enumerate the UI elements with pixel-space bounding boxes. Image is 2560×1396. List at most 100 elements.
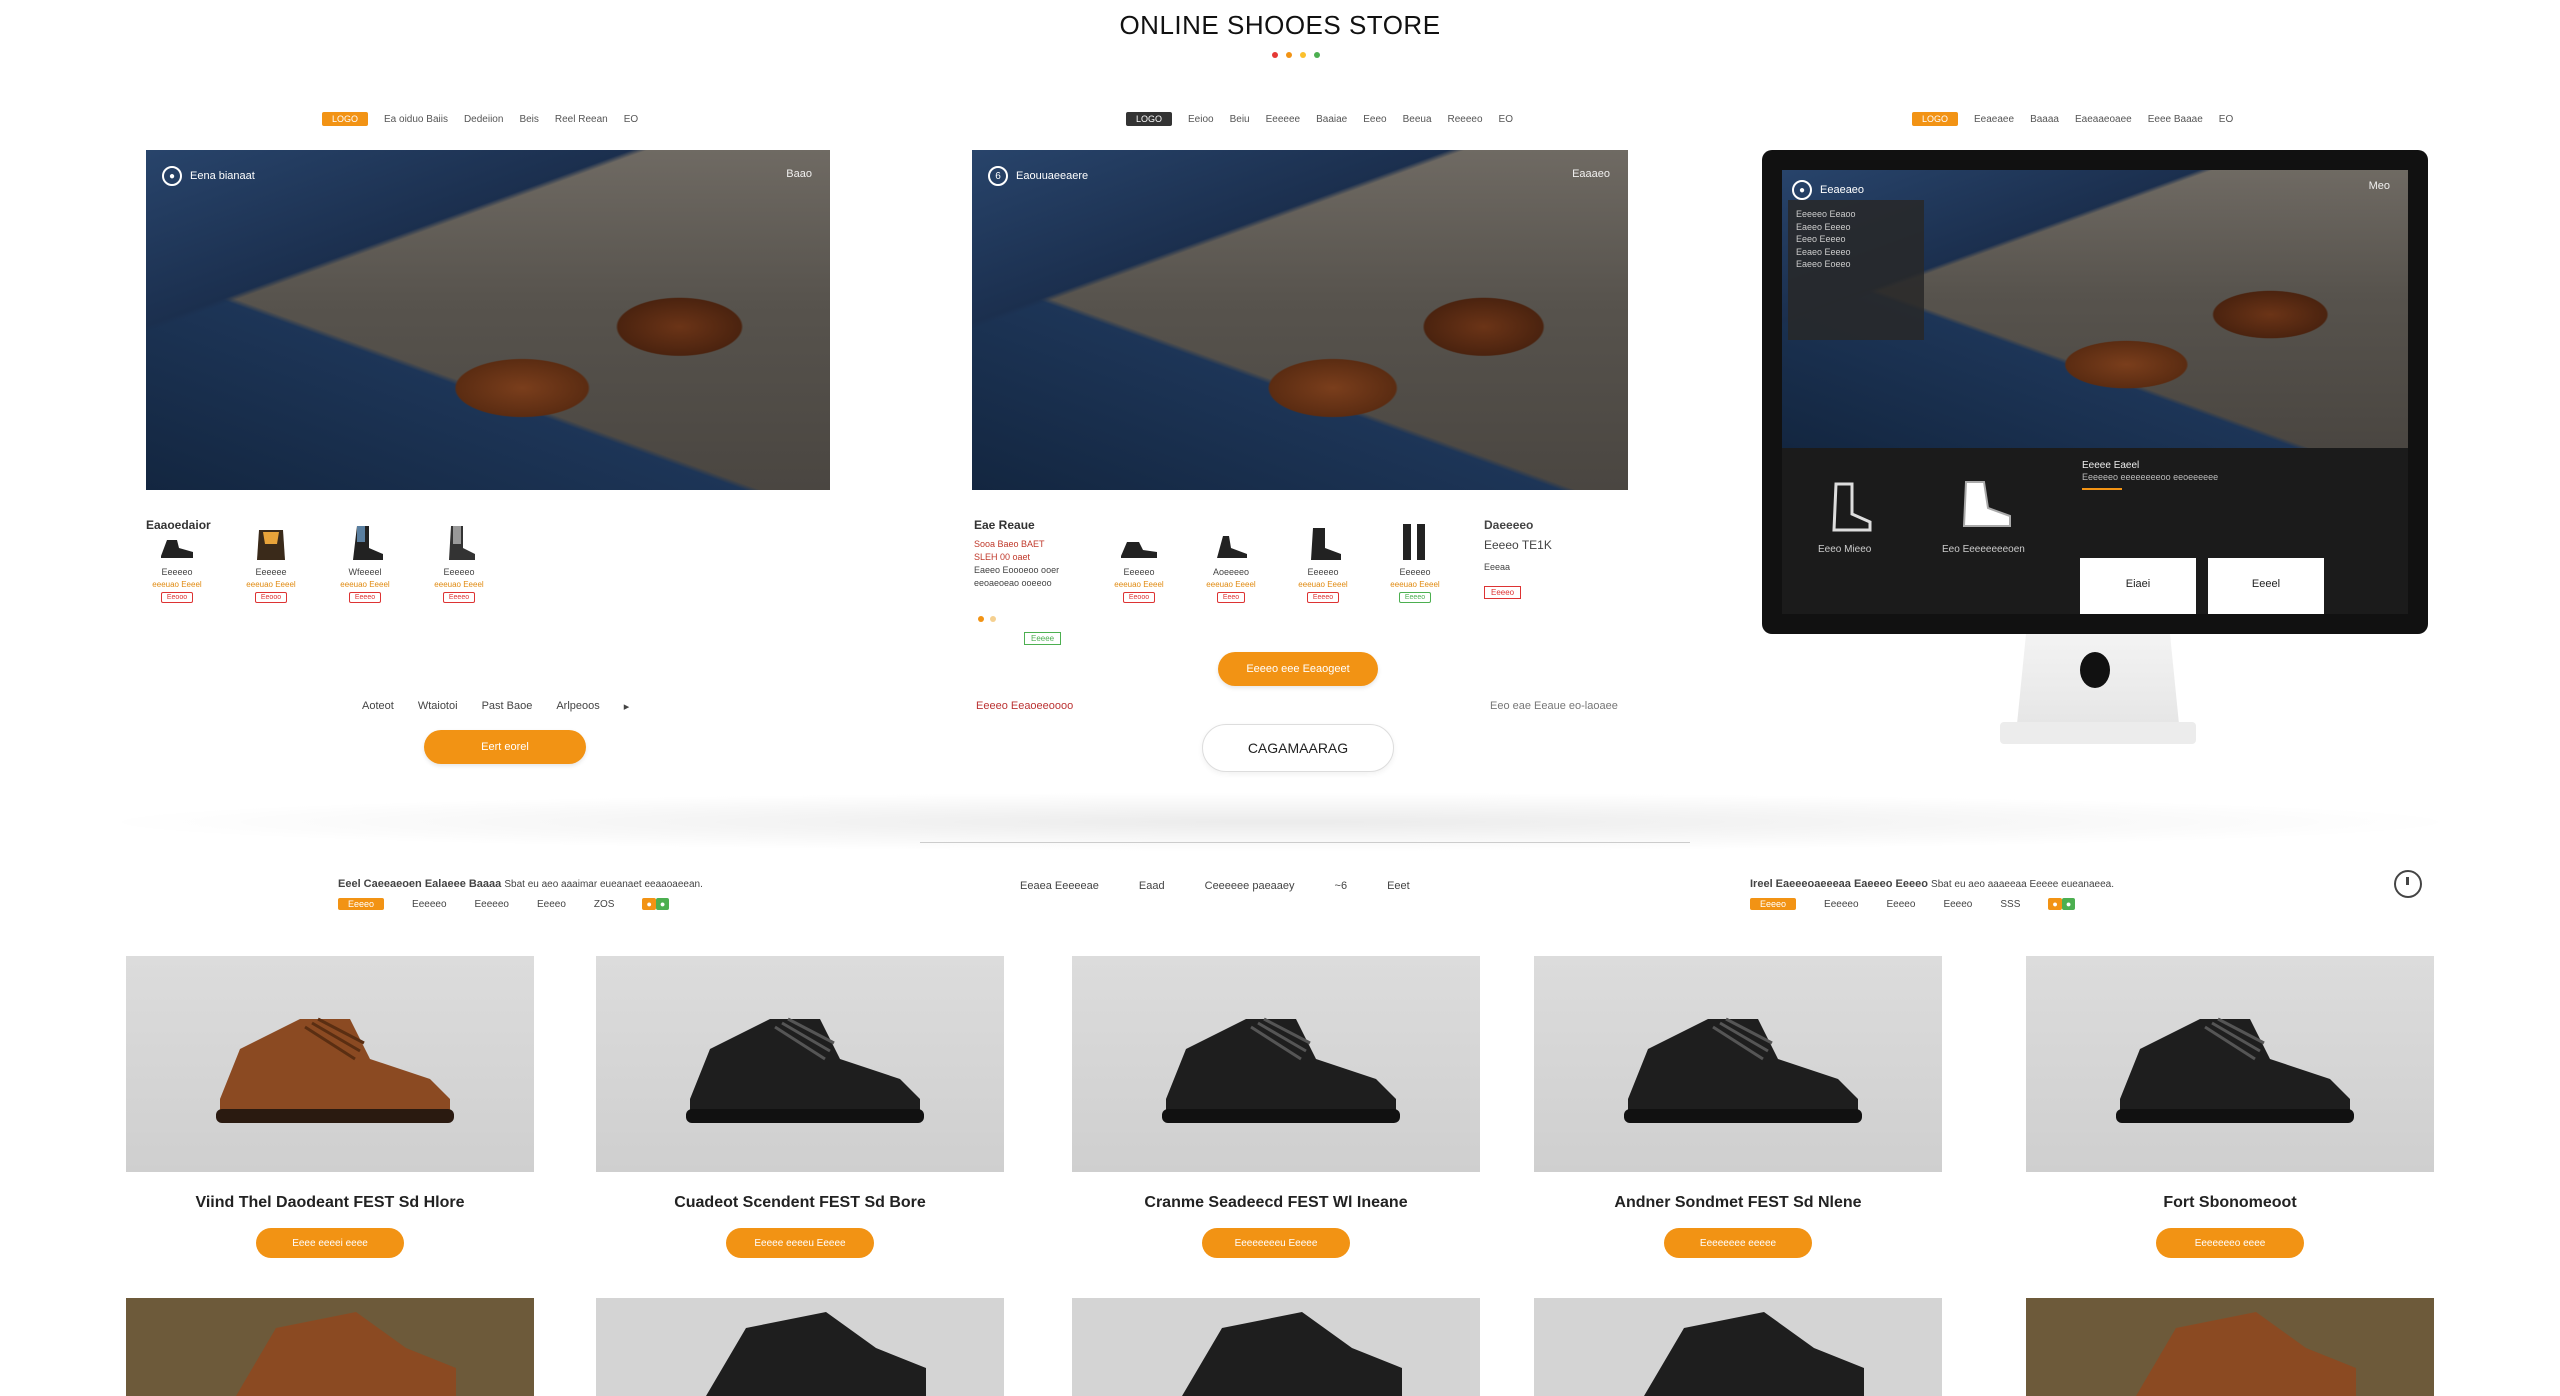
nav-item[interactable]: EO <box>2219 114 2233 125</box>
mini-product[interactable]: Eeeeeo eeeuao Eeeel Eeooo <box>1108 522 1170 603</box>
product-image[interactable] <box>1534 1298 1942 1396</box>
nav-logo[interactable]: LOGO <box>322 112 369 126</box>
filter-item[interactable]: Eeeeeo <box>1824 899 1858 910</box>
filter-chips[interactable]: ● ● <box>2048 897 2076 910</box>
nav-item[interactable]: Beis <box>519 114 538 125</box>
overlay-menu[interactable]: Eeeeeo Eeaoo Eaeeo Eeeeo Eeeo Eeeeo Eeae… <box>1788 200 1924 340</box>
menu-line[interactable]: Eeeo Eeeeo <box>1796 233 1916 246</box>
product-image[interactable] <box>126 1298 534 1396</box>
product-name[interactable]: Viind Thel Daodeant FEST Sd Hlore <box>126 1194 534 1212</box>
filter-item[interactable]: Eeeeo <box>1887 899 1916 910</box>
product-buy-button[interactable]: Eeee eeeei eeee <box>256 1228 404 1258</box>
product-buy-button[interactable]: Eeeeeeeo eeee <box>2156 1228 2304 1258</box>
product-image[interactable] <box>596 1298 1004 1396</box>
filter-pill[interactable]: Eeeeo <box>338 898 385 910</box>
product-image[interactable] <box>2026 956 2434 1172</box>
mini-tag[interactable]: Eeooo <box>160 592 194 603</box>
nav-item[interactable]: Reeeeo <box>1448 114 1483 125</box>
menu-line[interactable]: Eeeeeo Eeaoo <box>1796 208 1916 221</box>
nav-item[interactable]: EO <box>1499 114 1513 125</box>
nav-item[interactable]: Beiu <box>1230 114 1250 125</box>
product-buy-button[interactable]: Eeeeeeeeu Eeeee <box>1202 1228 1350 1258</box>
product-card-partial[interactable] <box>1072 1298 1480 1396</box>
nav-item[interactable]: Beeua <box>1403 114 1432 125</box>
link[interactable]: Arlpeoos <box>556 700 599 713</box>
side-tag[interactable]: Eeeeo <box>1484 586 1522 599</box>
panel2-outline-button[interactable]: CAGAMAARAG <box>1202 724 1394 772</box>
filter-item[interactable]: ZOS <box>594 899 615 910</box>
mini-tag[interactable]: Eeeo <box>1216 592 1246 603</box>
mini-product[interactable]: Eeeeee eeeuao Eeeel Eeooo <box>240 522 302 603</box>
panel2-link-left[interactable]: Eeeeo Eeaoeeoooo <box>976 700 1073 712</box>
filter-chips[interactable]: ● ● <box>642 897 670 910</box>
product-card-partial[interactable] <box>1534 1298 1942 1396</box>
product-card-partial[interactable] <box>2026 1298 2434 1396</box>
menu-line[interactable]: Eaeeo Eoeeo <box>1796 258 1916 271</box>
product-name[interactable]: Andner Sondmet FEST Sd Nlene <box>1534 1194 1942 1212</box>
nav-item[interactable]: Eaeaaeoaee <box>2075 114 2132 125</box>
link[interactable]: Wtaiotoi <box>418 700 458 713</box>
product-buy-button[interactable]: Eeeeeeee eeeee <box>1664 1228 1812 1258</box>
menu-line[interactable]: Eeaeo Eeeeo <box>1796 246 1916 259</box>
product-card[interactable]: Andner Sondmet FEST Sd Nlene Eeeeeeee eee… <box>1534 956 1942 1258</box>
nav-item[interactable]: Baaaa <box>2030 114 2059 125</box>
product-image[interactable] <box>126 956 534 1172</box>
mini-product[interactable]: Wfeeeel eeeuao Eeeel Eeeeo <box>334 522 396 603</box>
product-image[interactable] <box>596 956 1004 1172</box>
mini-tag[interactable]: Eeeeo <box>442 592 476 603</box>
panel1-cta-button[interactable]: Eert eorel <box>424 730 586 764</box>
mini-product[interactable]: Eeeeeo eeeuao Eeeel Eeeeo <box>1292 522 1354 603</box>
green-tag[interactable]: Eeeee <box>1024 632 1062 645</box>
product-image[interactable] <box>1072 1298 1480 1396</box>
mini-tag[interactable]: Eeooo <box>1122 592 1156 603</box>
mini-product[interactable]: Eeeeeo eeeuao Eeeel Eeeeo <box>428 522 490 603</box>
filter-item[interactable]: Eaad <box>1139 880 1165 892</box>
mini-tag[interactable]: Eeeeo <box>1398 592 1432 603</box>
mini-product[interactable]: Aoeeeeo eeeuao Eeeel Eeeo <box>1200 522 1262 603</box>
nav-item[interactable]: Eeaeaee <box>1974 114 2014 125</box>
product-card[interactable]: Fort Sbonomeoot Eeeeeeeo eeee <box>2026 956 2434 1258</box>
product-card-partial[interactable] <box>126 1298 534 1396</box>
nav-item[interactable]: Eeioo <box>1188 114 1214 125</box>
mini-product[interactable]: Eeeeeo eeeuao Eeeel Eeooo <box>146 522 208 603</box>
filter-item[interactable]: Eeet <box>1387 880 1410 892</box>
filter-item[interactable]: Eeaea Eeeeeae <box>1020 880 1099 892</box>
nav-logo[interactable]: LOGO <box>1126 112 1173 126</box>
screen-card[interactable]: Eeeel <box>2208 558 2324 614</box>
nav-item[interactable]: Eeeeee <box>1266 114 1300 125</box>
link[interactable]: Aoteot <box>362 700 394 713</box>
product-image[interactable] <box>2026 1298 2434 1396</box>
nav-item[interactable]: Ea oiduo Baiis <box>384 114 448 125</box>
info-icon[interactable] <box>2394 870 2422 898</box>
filter-item[interactable]: Eeeeo <box>1943 899 1972 910</box>
panel2-cta-button[interactable]: Eeeeo eee Eeaogeet <box>1218 652 1378 686</box>
nav-item[interactable]: Reel Reean <box>555 114 608 125</box>
filter-item[interactable]: ~6 <box>1335 880 1348 892</box>
nav-item[interactable]: Eeee Baaae <box>2148 114 2203 125</box>
filter-item[interactable]: Eeeeeo <box>412 899 446 910</box>
panel2-link-right[interactable]: Eeo eae Eeaue eo-laoaee <box>1490 700 1618 712</box>
mini-product[interactable]: Eeeeeo eeeuao Eeeel Eeeeo <box>1384 522 1446 603</box>
product-image[interactable] <box>1072 956 1480 1172</box>
filter-item[interactable]: Eeeeeo <box>475 899 509 910</box>
product-card[interactable]: Cranme Seadeecd FEST Wl Ineane Eeeeeeeeu … <box>1072 956 1480 1258</box>
nav-item[interactable]: Dedeiion <box>464 114 503 125</box>
screen-card[interactable]: Eiaei <box>2080 558 2196 614</box>
mini-tag[interactable]: Eeeeo <box>348 592 382 603</box>
link[interactable]: Past Baoe <box>482 700 533 713</box>
product-name[interactable]: Cuadeot Scendent FEST Sd Bore <box>596 1194 1004 1212</box>
product-buy-button[interactable]: Eeeee eeeeu Eeeee <box>726 1228 874 1258</box>
nav-item[interactable]: EO <box>624 114 638 125</box>
product-card-partial[interactable] <box>596 1298 1004 1396</box>
mini-tag[interactable]: Eeooo <box>254 592 288 603</box>
filter-item[interactable]: SSS <box>2000 899 2020 910</box>
filter-pill[interactable]: Eeeeo <box>1750 898 1797 910</box>
nav-item[interactable]: Baaiae <box>1316 114 1347 125</box>
product-card[interactable]: Cuadeot Scendent FEST Sd Bore Eeeee eeeeu… <box>596 956 1004 1258</box>
nav-item[interactable]: Eeeo <box>1363 114 1386 125</box>
product-name[interactable]: Fort Sbonomeoot <box>2026 1194 2434 1212</box>
nav-logo[interactable]: LOGO <box>1912 112 1959 126</box>
filter-item[interactable]: Ceeeeee paeaaey <box>1205 880 1295 892</box>
filter-item[interactable]: Eeeeo <box>537 899 566 910</box>
product-name[interactable]: Cranme Seadeecd FEST Wl Ineane <box>1072 1194 1480 1212</box>
